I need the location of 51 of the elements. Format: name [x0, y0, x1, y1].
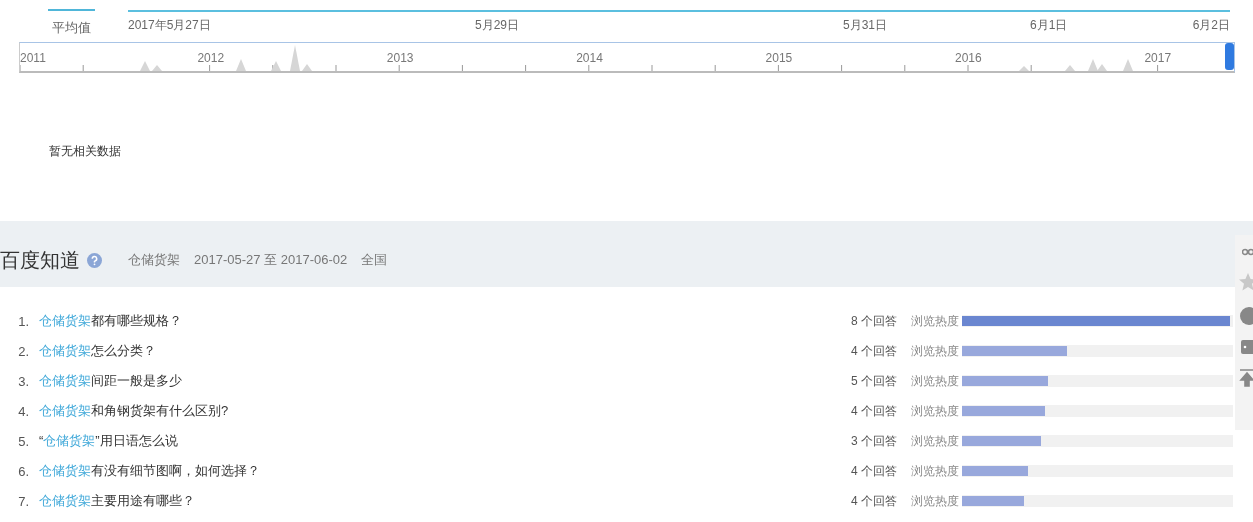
question-link[interactable]: 仓储货架间距一般是多少 [39, 372, 819, 390]
heat-label: 浏览热度 [911, 312, 959, 330]
heat-label: 浏览热度 [911, 432, 959, 450]
axis-label: 5月31日 [843, 17, 888, 34]
heat-label: 浏览热度 [911, 342, 959, 360]
keyword-label: 仓储货架 [128, 251, 180, 269]
answer-count: 5 个回答 [850, 372, 897, 390]
rank-number: 4. [17, 403, 30, 419]
section-title: 百度知道 [0, 247, 80, 273]
question-link[interactable]: 仓储货架都有哪些规格？ [39, 312, 819, 330]
question-link[interactable]: 仓储货架怎么分类？ [39, 342, 819, 360]
year-label: 2013 [386, 51, 414, 65]
star-icon[interactable] [1238, 272, 1253, 292]
answer-count: 4 个回答 [850, 342, 897, 360]
date-range: 2017-05-27 至 2017-06-02 [194, 251, 348, 269]
question-link[interactable]: 仓储货架有没有细节图啊，如何选择？ [39, 462, 819, 480]
rank-number: 1. [17, 313, 30, 329]
heat-label: 浏览热度 [911, 492, 959, 510]
rank-number: 6. [17, 463, 30, 479]
answer-count: 4 个回答 [850, 462, 897, 480]
question-link[interactable]: 仓储货架主要用途有哪些？ [39, 492, 819, 510]
rank-number: 2. [17, 343, 30, 359]
axis-label: 2017年5月27日 [128, 17, 211, 34]
no-data-message: 暂无相关数据 [49, 143, 122, 160]
year-label: 2017 [1144, 51, 1172, 65]
year-label: 2014 [576, 51, 603, 65]
range-handle[interactable] [1225, 43, 1234, 70]
region-label: 全国 [361, 251, 388, 269]
question-link[interactable]: 仓储货架和角钢货架有什么区别? [39, 402, 819, 420]
rank-number: 7. [17, 493, 30, 509]
rank-number: 5. [17, 433, 30, 449]
answer-count: 4 个回答 [850, 402, 897, 420]
axis-label: 6月1日 [1030, 17, 1068, 34]
answer-count: 4 个回答 [850, 492, 897, 510]
back-to-top-icon[interactable] [1239, 369, 1253, 387]
average-tab[interactable]: 平均值 [48, 9, 95, 37]
year-label: 2016 [955, 51, 982, 65]
answer-count: 3 个回答 [850, 432, 897, 450]
timeline-slider[interactable]: 2011 2012 2013 2014 2015 2016 2017 [19, 42, 1235, 73]
axis-label: 5月29日 [475, 17, 520, 34]
heat-label: 浏览热度 [911, 372, 959, 390]
question-link[interactable]: “仓储货架”用日语怎么说 [39, 432, 819, 450]
share-icon[interactable] [1242, 247, 1253, 257]
axis-label: 6月2日 [1192, 17, 1230, 34]
rank-number: 3. [17, 373, 30, 389]
year-label: 2015 [765, 51, 793, 65]
heat-label: 浏览热度 [911, 462, 959, 480]
heat-label: 浏览热度 [911, 402, 959, 420]
year-label: 2012 [197, 51, 225, 65]
year-label: 2011 [20, 51, 46, 65]
answer-count: 8 个回答 [850, 312, 897, 330]
